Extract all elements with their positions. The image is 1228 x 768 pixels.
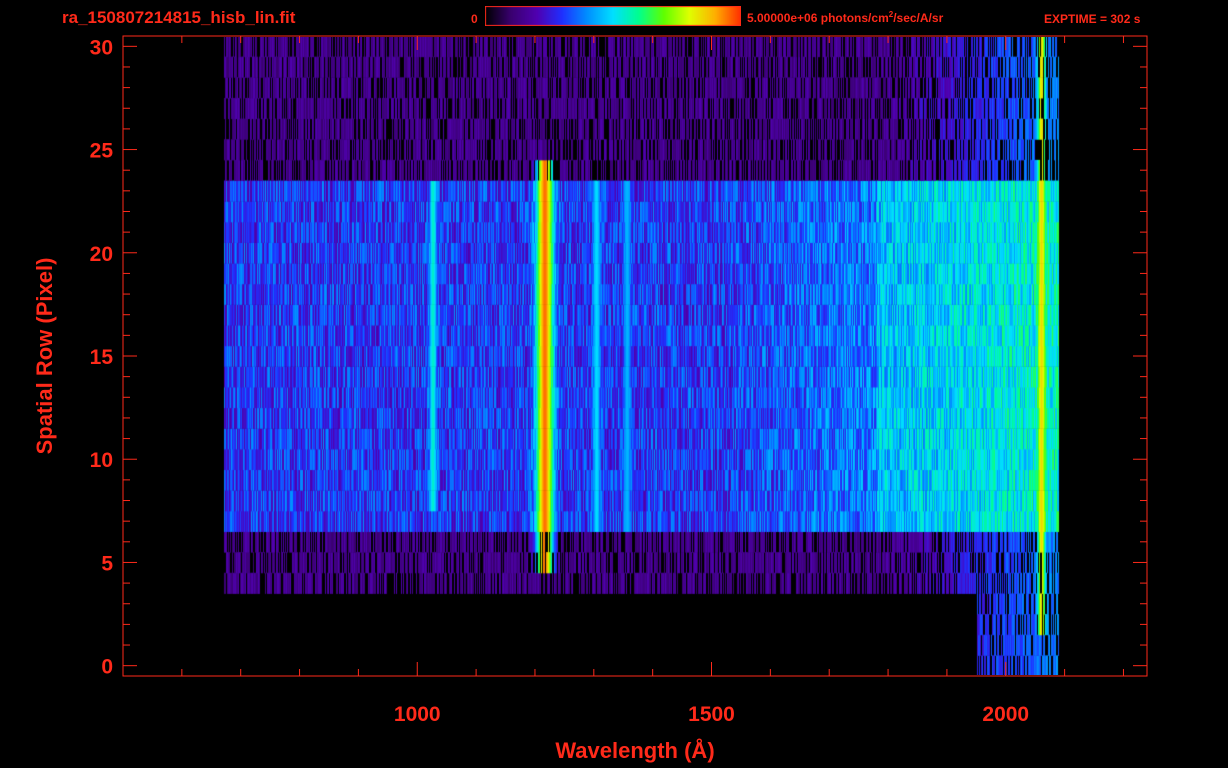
x-tick-label: 2000	[982, 703, 1029, 726]
y-tick-label: 20	[90, 243, 113, 266]
y-tick-label: 10	[90, 449, 113, 472]
y-tick-label: 5	[101, 552, 113, 575]
x-axis-label: Wavelength (Å)	[555, 737, 714, 763]
x-tick-label: 1000	[394, 703, 441, 726]
heatmap-area	[124, 37, 1146, 675]
y-axis-label: Spatial Row (Pixel)	[32, 258, 57, 455]
spectrum-plot: 1000 1500 2000051015202530 Wavelength (Å) …	[32, 35, 1148, 763]
x-tick-label: 1500	[688, 703, 735, 726]
y-tick-label: 15	[90, 346, 114, 369]
y-tick-label: 0	[101, 656, 113, 679]
y-tick-label: 25	[90, 140, 114, 163]
y-tick-label: 30	[90, 36, 113, 59]
heatmap-canvas	[124, 37, 1146, 675]
